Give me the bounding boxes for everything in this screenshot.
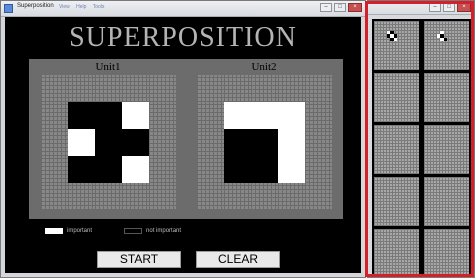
grid-panel: Unit1 Unit2 xyxy=(29,59,343,219)
pattern-thumbnail[interactable] xyxy=(424,229,469,278)
thumbnail-title-bar[interactable]: – □ × xyxy=(368,1,474,15)
main-window: Superposition View Help Tools – □ × SUPE… xyxy=(0,0,366,278)
not-important-swatch xyxy=(124,228,143,234)
minimize-button[interactable]: – xyxy=(320,3,332,12)
thumbnail-minimize-button[interactable]: – xyxy=(429,3,441,12)
unit1-cell[interactable] xyxy=(122,156,149,183)
pattern-thumbnail[interactable] xyxy=(424,21,469,70)
pattern-thumbnail[interactable] xyxy=(374,21,419,70)
unit1-cell[interactable] xyxy=(41,75,68,102)
thumbnail-window: – □ × xyxy=(367,0,475,278)
unit2-cell[interactable] xyxy=(197,129,224,156)
thumbnail-grid xyxy=(374,21,469,278)
app-canvas: SUPERPOSITION Unit1 Unit2 important not … xyxy=(5,17,361,273)
unit1-cell[interactable] xyxy=(122,102,149,129)
pattern-thumbnail[interactable] xyxy=(374,125,419,174)
legend: important not important xyxy=(45,228,181,234)
unit2-cell[interactable] xyxy=(197,102,224,129)
unit1-cell[interactable] xyxy=(122,129,149,156)
unit2-cell[interactable] xyxy=(278,75,305,102)
unit1-cell[interactable] xyxy=(41,156,68,183)
unit1-cell[interactable] xyxy=(95,75,122,102)
pattern-thumbnail[interactable] xyxy=(374,229,419,278)
unit1-cell[interactable] xyxy=(68,75,95,102)
unit1-cell[interactable] xyxy=(95,102,122,129)
window-title: Superposition xyxy=(17,3,54,9)
unit1-cell[interactable] xyxy=(95,183,122,210)
unit2-cell[interactable] xyxy=(251,129,278,156)
unit2-cell[interactable] xyxy=(197,156,224,183)
unit2-cell[interactable] xyxy=(251,75,278,102)
menu-item-help[interactable]: Help xyxy=(76,4,86,10)
pattern-preview xyxy=(387,31,397,41)
unit2-cell[interactable] xyxy=(224,156,251,183)
unit1-cell[interactable] xyxy=(149,75,176,102)
unit1-cell[interactable] xyxy=(95,129,122,156)
unit1-cell[interactable] xyxy=(95,156,122,183)
unit2-label: Unit2 xyxy=(251,61,277,73)
unit2-cell[interactable] xyxy=(305,75,332,102)
unit2-cell[interactable] xyxy=(224,129,251,156)
unit2-cell[interactable] xyxy=(197,75,224,102)
pattern-thumbnail[interactable] xyxy=(424,177,469,226)
start-button[interactable]: START xyxy=(97,251,181,268)
pattern-thumbnail[interactable] xyxy=(424,73,469,122)
menu-item-view[interactable]: View xyxy=(59,4,70,10)
unit2-cell[interactable] xyxy=(251,156,278,183)
pattern-thumbnail[interactable] xyxy=(374,73,419,122)
important-swatch xyxy=(45,228,63,234)
app-heading: SUPERPOSITION xyxy=(69,22,297,53)
unit1-cell[interactable] xyxy=(149,183,176,210)
pattern-thumbnail[interactable] xyxy=(424,125,469,174)
unit1-cell[interactable] xyxy=(68,183,95,210)
unit1-cell[interactable] xyxy=(68,129,95,156)
unit1-grid xyxy=(41,75,176,210)
unit2-cell[interactable] xyxy=(278,102,305,129)
thumbnail-window-controls: – □ × xyxy=(429,3,471,12)
unit2-cell[interactable] xyxy=(305,102,332,129)
unit2-cell[interactable] xyxy=(224,75,251,102)
window-controls: – □ × xyxy=(320,3,362,12)
menu-bar: View Help Tools xyxy=(59,4,109,10)
unit2-cell[interactable] xyxy=(197,183,224,210)
not-important-label: not important xyxy=(146,228,182,234)
unit2-cell[interactable] xyxy=(278,183,305,210)
unit2-cell[interactable] xyxy=(305,183,332,210)
thumbnail-maximize-button[interactable]: □ xyxy=(443,3,455,12)
maximize-button[interactable]: □ xyxy=(334,3,346,12)
thumbnail-canvas xyxy=(372,19,471,278)
close-button[interactable]: × xyxy=(348,3,362,12)
unit2-cell[interactable] xyxy=(251,102,278,129)
unit1-cell[interactable] xyxy=(41,129,68,156)
unit1-cell[interactable] xyxy=(122,75,149,102)
unit2-grid xyxy=(197,75,332,210)
unit2-cell[interactable] xyxy=(278,156,305,183)
unit1-label: Unit1 xyxy=(95,61,121,73)
title-bar[interactable]: Superposition View Help Tools – □ × xyxy=(1,1,365,17)
important-label: important xyxy=(67,228,93,234)
app-icon xyxy=(4,4,13,13)
thumbnail-close-button[interactable]: × xyxy=(457,3,471,12)
unit1-cell[interactable] xyxy=(149,102,176,129)
unit1-cell[interactable] xyxy=(41,183,68,210)
pattern-thumbnail[interactable] xyxy=(374,177,419,226)
unit2-cell[interactable] xyxy=(251,183,278,210)
unit2-cell[interactable] xyxy=(224,102,251,129)
unit2-cell[interactable] xyxy=(224,183,251,210)
clear-button[interactable]: CLEAR xyxy=(196,251,280,268)
unit2-cell[interactable] xyxy=(305,129,332,156)
unit1-cell[interactable] xyxy=(68,102,95,129)
unit1-cell[interactable] xyxy=(41,102,68,129)
pattern-preview xyxy=(437,31,447,41)
unit2-cell[interactable] xyxy=(305,156,332,183)
unit1-cell[interactable] xyxy=(68,156,95,183)
menu-item-tools[interactable]: Tools xyxy=(93,4,105,10)
unit2-cell[interactable] xyxy=(278,129,305,156)
unit1-cell[interactable] xyxy=(122,183,149,210)
unit1-cell[interactable] xyxy=(149,129,176,156)
unit1-cell[interactable] xyxy=(149,156,176,183)
